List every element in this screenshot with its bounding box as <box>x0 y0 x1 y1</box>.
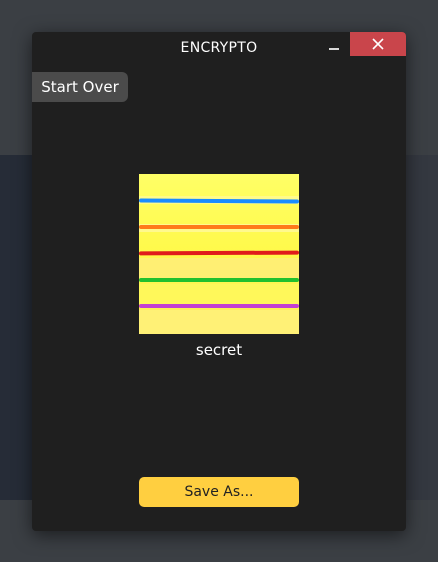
title-bar[interactable]: ENCRYPTO <box>32 32 406 65</box>
thumbnail-stripe-green <box>139 278 299 282</box>
thumbnail-band <box>139 310 299 334</box>
close-button[interactable] <box>350 32 406 56</box>
thumbnail-stripe-orange <box>139 225 299 229</box>
encrypto-window: ENCRYPTO Start Over secret Save As... <box>32 32 406 531</box>
close-icon <box>372 38 384 50</box>
thumbnail-stripe-purple <box>139 304 299 308</box>
thumbnail-band <box>139 284 299 306</box>
save-as-button[interactable]: Save As... <box>139 477 299 507</box>
minimize-button[interactable] <box>326 38 344 56</box>
desktop-background-panel-right <box>405 155 438 500</box>
start-over-button[interactable]: Start Over <box>32 72 128 102</box>
file-name-label: secret <box>195 341 243 359</box>
thumbnail-stripe-red <box>138 250 300 256</box>
thumbnail-band <box>139 258 299 280</box>
minimize-icon <box>329 48 339 50</box>
file-thumbnail <box>138 174 300 334</box>
